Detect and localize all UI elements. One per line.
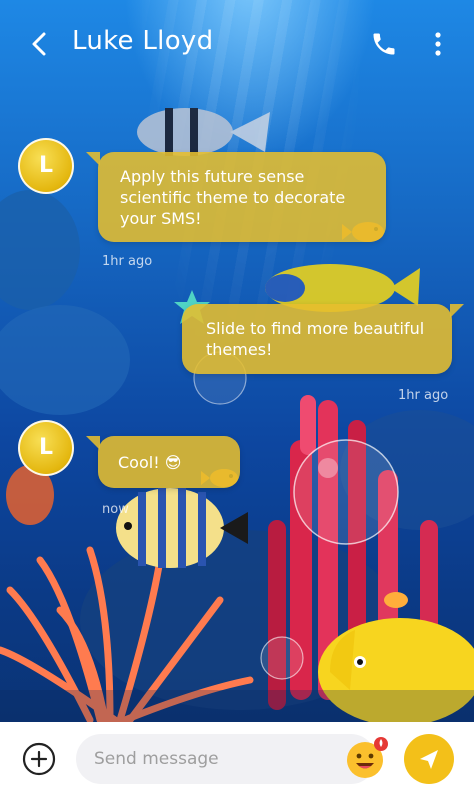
message-text: Slide to find more beautiful themes! [206, 319, 425, 359]
add-attachment-button[interactable] [22, 742, 56, 776]
emoji-icon [347, 737, 388, 778]
message-timestamp: 1hr ago [398, 388, 449, 403]
message-input[interactable] [76, 734, 376, 784]
contact-name: Luke Lloyd [72, 26, 214, 56]
call-button[interactable] [370, 30, 398, 58]
send-icon [420, 750, 438, 769]
composer-bar [0, 722, 474, 796]
more-vertical-icon [435, 32, 441, 56]
send-button[interactable] [404, 734, 454, 784]
more-options-button[interactable] [430, 30, 446, 58]
phone-icon [373, 33, 395, 55]
incoming-message-bubble[interactable]: Apply this future sense scientific theme… [86, 152, 386, 242]
message-text: Cool! 😎 [118, 453, 182, 472]
message-text: Apply this future sense scientific theme… [120, 167, 346, 228]
message-timestamp: now [102, 502, 129, 517]
outgoing-message-bubble[interactable]: Slide to find more beautiful themes! [182, 304, 464, 374]
contact-avatar[interactable]: L [18, 138, 74, 194]
message-timestamp: 1hr ago [102, 254, 153, 269]
plus-circle-icon [22, 742, 56, 776]
chevron-left-icon [32, 32, 46, 56]
conversation-header: Luke Lloyd [0, 0, 474, 90]
contact-avatar[interactable]: L [18, 420, 74, 476]
back-button[interactable] [24, 28, 56, 60]
emoji-button[interactable] [345, 736, 389, 780]
incoming-message-bubble[interactable]: Cool! 😎 [86, 436, 240, 488]
